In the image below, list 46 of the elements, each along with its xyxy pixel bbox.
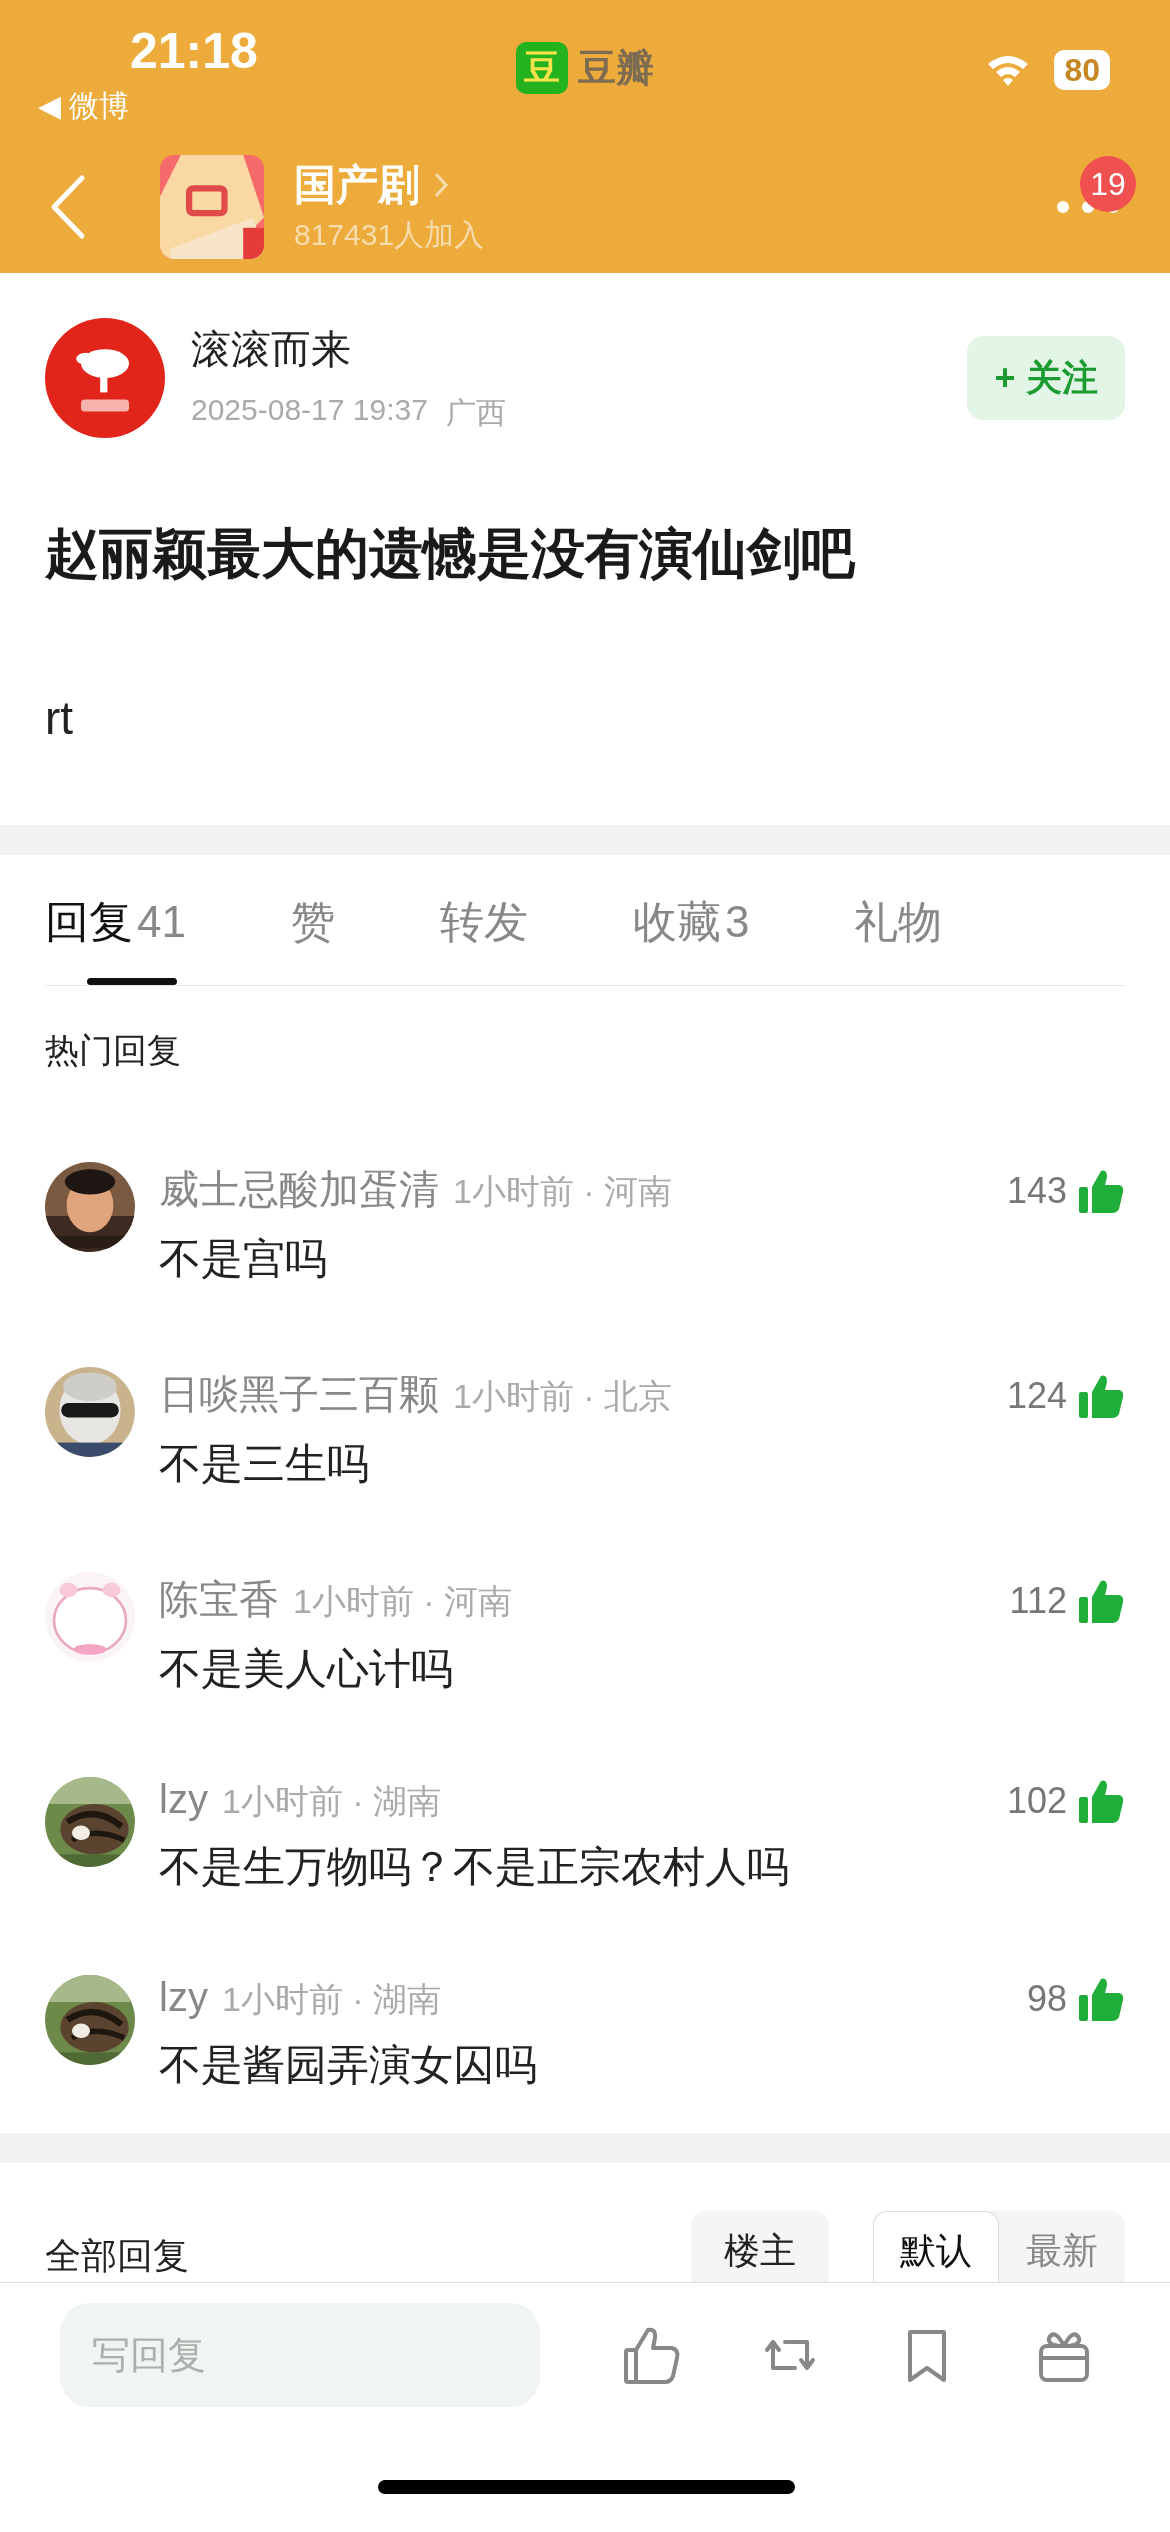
app-logo: 豆 [516,42,568,94]
app-name: 豆瓣 [578,45,654,91]
group-name[interactable]: 国产剧 [294,157,420,213]
sort-option[interactable]: 默认 [873,2211,999,2282]
tab[interactable]: 礼物 [854,855,943,985]
post-location: 广西 [445,395,506,431]
user-name[interactable]: lzy [159,1777,208,1822]
reply-meta: 1小时前 · 河南 [453,1171,673,1212]
chevron-icon [434,172,448,198]
tab[interactable]: 赞 [290,855,335,985]
like-count: 124 [1006,1375,1067,1417]
follow-button[interactable]: + 关注 [967,336,1125,420]
battery-level: 80 [1054,50,1110,90]
status-time: 21:18 [130,22,258,80]
filter-button[interactable]: 楼主 [691,2211,829,2282]
reply-text: 不是美人心计吗 [159,1644,454,1694]
like-count: 143 [1006,1170,1067,1212]
like-count: 112 [1009,1580,1067,1622]
reply-field[interactable]: 写回复 [60,2303,540,2407]
author-name[interactable]: 滚滚而来 [191,322,967,377]
reply-meta: 1小时前 · 湖南 [221,1781,441,1822]
user-name[interactable]: lzy [159,1975,208,2020]
sort-option[interactable]: 最新 [999,2211,1125,2282]
member-count: 817431人加入 [294,217,485,253]
like-count: 102 [1006,1780,1067,1822]
post-body: rt [45,691,75,746]
reply-text: 不是生万物吗？不是正宗农村人吗 [159,1842,790,1892]
reply-text: 不是宫吗 [159,1234,328,1284]
user-name[interactable]: 陈宝香 [159,1572,279,1627]
reply-meta: 1小时前 · 湖南 [221,1979,441,2020]
section-title: 全部回复 [45,2233,189,2278]
reply-text: 不是三生吗 [159,1439,370,1489]
tab[interactable]: 转发 [439,855,528,985]
reply-text: 不是酱园弄演女囚吗 [159,2040,538,2090]
reply-meta: 1小时前 · 北京 [453,1376,673,1417]
post-title: 赵丽颖最大的遗憾是没有演仙剑吧 [45,522,857,585]
section-title: 热门回复 [45,1030,182,1071]
post-time: 2025-08-17 19:37 [191,393,428,428]
like-count: 98 [1026,1978,1067,2020]
user-name[interactable]: 威士忌酸加蛋清 [159,1162,439,1217]
tab[interactable]: 回复41 [45,855,186,985]
notification-badge: 19 [1080,156,1136,212]
back-to-app-link[interactable]: ◀ 微博 [38,86,130,127]
reply-meta: 1小时前 · 河南 [293,1581,513,1622]
tab[interactable]: 收藏3 [632,855,750,985]
user-name[interactable]: 日啖黑子三百颗 [159,1367,439,1422]
